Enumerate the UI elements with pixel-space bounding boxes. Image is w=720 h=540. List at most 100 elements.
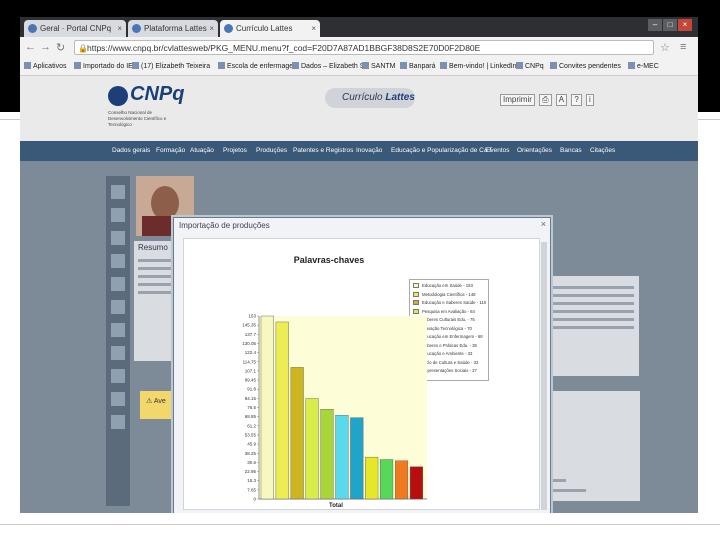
y-tick-label: 30.6 [247, 460, 256, 465]
text-line [550, 310, 634, 313]
nav-orientacoes[interactable]: Orientações [517, 147, 552, 154]
font-larger-icon[interactable]: A [555, 94, 568, 106]
close-icon[interactable]: × [311, 20, 316, 37]
bookmarks-bar: Aplicativos Importado do IE (17) Elizabe… [20, 59, 698, 76]
bookmark-label: Importado do IE [83, 63, 133, 70]
lock-icon: 🔒 [78, 44, 88, 53]
y-tick-label: 122.4 [245, 350, 257, 355]
nav-patentes[interactable]: Patentes e Registros [293, 147, 353, 154]
y-tick-label: 53.55 [245, 432, 257, 437]
nav-projetos[interactable]: Projetos [223, 147, 247, 154]
bar-4 [305, 398, 319, 500]
browser-window: Geral · Portal CNPq × Plataforma Lattes … [20, 17, 698, 513]
y-tick-label: 61.2 [247, 423, 256, 428]
nav-educacao-popularizacao[interactable]: Educação e Popularização de C&T [391, 147, 492, 154]
tab-plataforma-lattes[interactable]: Plataforma Lattes × [128, 20, 218, 37]
bookmark-label: Bem-vindo! | LinkedIn [449, 63, 517, 70]
text-line [550, 302, 634, 305]
nav-bancas[interactable]: Bancas [560, 147, 582, 154]
tool-icon[interactable] [111, 185, 125, 199]
tool-icon[interactable] [111, 323, 125, 337]
tool-icon[interactable] [111, 254, 125, 268]
tool-icon[interactable] [111, 369, 125, 383]
dialog-close-icon[interactable]: × [541, 219, 546, 229]
nav-eventos[interactable]: Eventos [486, 147, 510, 154]
info-icon[interactable]: i [586, 94, 594, 106]
nav-formacao[interactable]: Formação [156, 147, 185, 154]
dialog-scrollbar[interactable] [541, 242, 547, 510]
close-icon[interactable]: × [117, 20, 122, 37]
browser-menu-icon[interactable]: ≡ [680, 41, 686, 53]
tool-icon[interactable] [111, 231, 125, 245]
bookmark-dados[interactable]: Dados – Elizabeth S. [292, 62, 366, 70]
bookmark-cnpq[interactable]: CNPq [516, 62, 544, 70]
dialog-title: Importação de produções [179, 221, 270, 230]
forward-arrow-icon[interactable]: → [40, 41, 51, 53]
legend-label: Pesquisa em Avaliação - 84 [422, 308, 475, 314]
tool-icon[interactable] [111, 392, 125, 406]
bookmark-convites[interactable]: Convites pendentes [550, 62, 621, 70]
cnpq-icon [516, 62, 523, 69]
nav-citacoes[interactable]: Citações [590, 147, 615, 154]
bookmark-facebook[interactable]: (17) Elizabeth Teixeira [132, 62, 210, 70]
bookmark-label: CNPq [525, 63, 544, 70]
lattes-nav-menu: Dados gerais Formação Atuação Projetos P… [20, 141, 698, 161]
tool-icon[interactable] [111, 208, 125, 222]
bar-1 [260, 315, 274, 500]
printer-icon[interactable]: ⎙ [539, 94, 552, 106]
reload-icon[interactable]: ↻ [56, 41, 65, 54]
tab-label: Currículo Lattes [236, 24, 293, 33]
legend-label: Educação em Saúde - 153 [422, 283, 473, 288]
warning-title: ⚠ Ave [146, 398, 166, 405]
y-tick-label: 38.25 [245, 451, 257, 456]
tool-icon[interactable] [111, 415, 125, 429]
tab-portal-cnpq[interactable]: Geral · Portal CNPq × [24, 20, 126, 37]
window-close-icon[interactable]: × [678, 19, 692, 31]
bookmark-label: (17) Elizabeth Teixeira [141, 63, 211, 70]
close-icon[interactable]: × [209, 20, 214, 37]
nav-producoes[interactable]: Produções [256, 147, 287, 154]
x-axis-label: Total [329, 503, 343, 509]
nav-dados-gerais[interactable]: Dados gerais [112, 147, 150, 154]
url-input[interactable]: 🔒 https://www.cnpq.br/cvlattesweb/PKG_ME… [74, 40, 654, 55]
bookmark-santm[interactable]: SANTM [362, 62, 396, 70]
bookmark-escola[interactable]: Escola de enfermagem [218, 62, 299, 70]
import-dialog: Importação de produções × Palavras-chave… [173, 217, 551, 513]
page-icon [292, 62, 299, 69]
bookmark-star-icon[interactable]: ☆ [660, 41, 670, 54]
address-bar-row: ← → ↻ 🔒 https://www.cnpq.br/cvlattesweb/… [20, 37, 698, 60]
legend-swatch [413, 300, 419, 305]
y-tick-label: 114.75 [243, 359, 257, 364]
tool-icon[interactable] [111, 300, 125, 314]
tool-icon[interactable] [111, 277, 125, 291]
bookmark-emec[interactable]: e-MEC [628, 62, 659, 70]
maximize-icon[interactable]: □ [663, 19, 677, 31]
tab-label: Geral · Portal CNPq [40, 24, 112, 33]
bookmark-aplicativos[interactable]: Aplicativos [24, 62, 66, 70]
tool-icon[interactable] [111, 346, 125, 360]
apps-icon [24, 62, 31, 69]
bookmark-banpara[interactable]: Banpará [400, 62, 435, 70]
folder-icon [74, 62, 81, 69]
bookmark-importado[interactable]: Importado do IE [74, 62, 133, 70]
y-tick-label: 22.95 [245, 469, 257, 474]
y-tick-label: 15.3 [247, 478, 256, 483]
nav-inovacao[interactable]: Inovação [356, 147, 382, 154]
document-favicon-icon [132, 24, 141, 33]
help-icon[interactable]: ? [571, 94, 582, 106]
tab-curriculo-lattes[interactable]: Currículo Lattes × [220, 20, 320, 37]
bar-3 [290, 367, 304, 500]
y-tick-label: 153 [248, 314, 256, 319]
back-arrow-icon[interactable]: ← [25, 41, 36, 53]
bookmark-label: Convites pendentes [559, 63, 621, 70]
nav-atuacao[interactable]: Atuação [190, 147, 214, 154]
y-tick-label: 137.7 [245, 332, 257, 337]
bookmark-linkedin[interactable]: Bem-vindo! | LinkedIn [440, 62, 517, 70]
print-button[interactable]: Imprimir [500, 94, 535, 106]
left-toolbar [106, 176, 130, 506]
bookmark-label: Dados – Elizabeth S. [301, 63, 367, 70]
slide-decor-line [0, 524, 720, 525]
mail-icon [550, 62, 557, 69]
text-line [550, 294, 634, 297]
minimize-icon[interactable]: – [648, 19, 662, 31]
